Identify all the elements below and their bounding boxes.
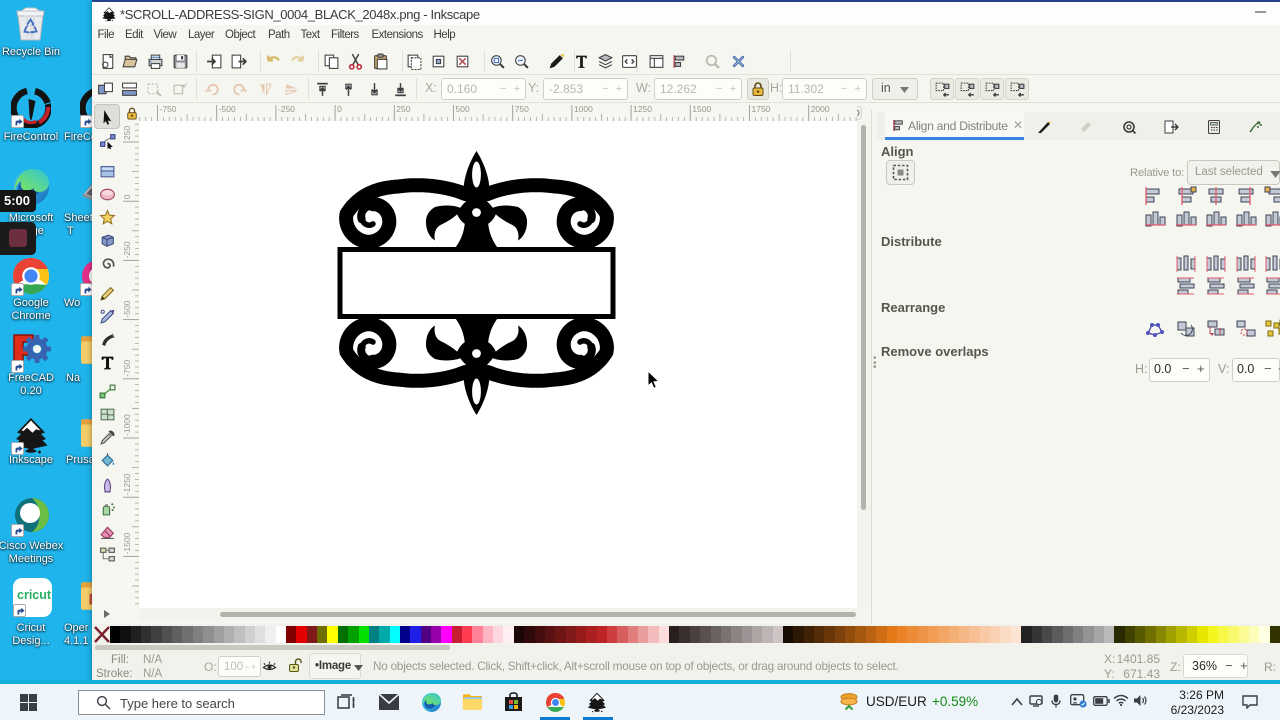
svg-text:-250: -250: [122, 241, 132, 258]
svg-text:0: 0: [122, 194, 132, 199]
svg-text:500: 500: [456, 104, 470, 114]
svg-text:1000: 1000: [574, 104, 593, 114]
svg-text:-750: -750: [122, 360, 132, 377]
svg-text:2000: 2000: [811, 104, 830, 114]
svg-text:1750: 1750: [752, 104, 771, 114]
svg-text:-1000: -1000: [122, 414, 132, 436]
svg-text:-500: -500: [219, 104, 236, 114]
svg-text:-250: -250: [278, 104, 295, 114]
svg-text:-750: -750: [160, 104, 177, 114]
svg-text:-1250: -1250: [122, 473, 132, 495]
svg-text:750: 750: [515, 104, 529, 114]
svg-text:-500: -500: [122, 300, 132, 317]
svg-text:250: 250: [122, 126, 132, 140]
svg-text:0: 0: [337, 104, 342, 114]
svg-text:-1500: -1500: [122, 532, 132, 554]
svg-text:1500: 1500: [692, 104, 711, 114]
svg-text:250: 250: [396, 104, 410, 114]
svg-text:1250: 1250: [633, 104, 652, 114]
